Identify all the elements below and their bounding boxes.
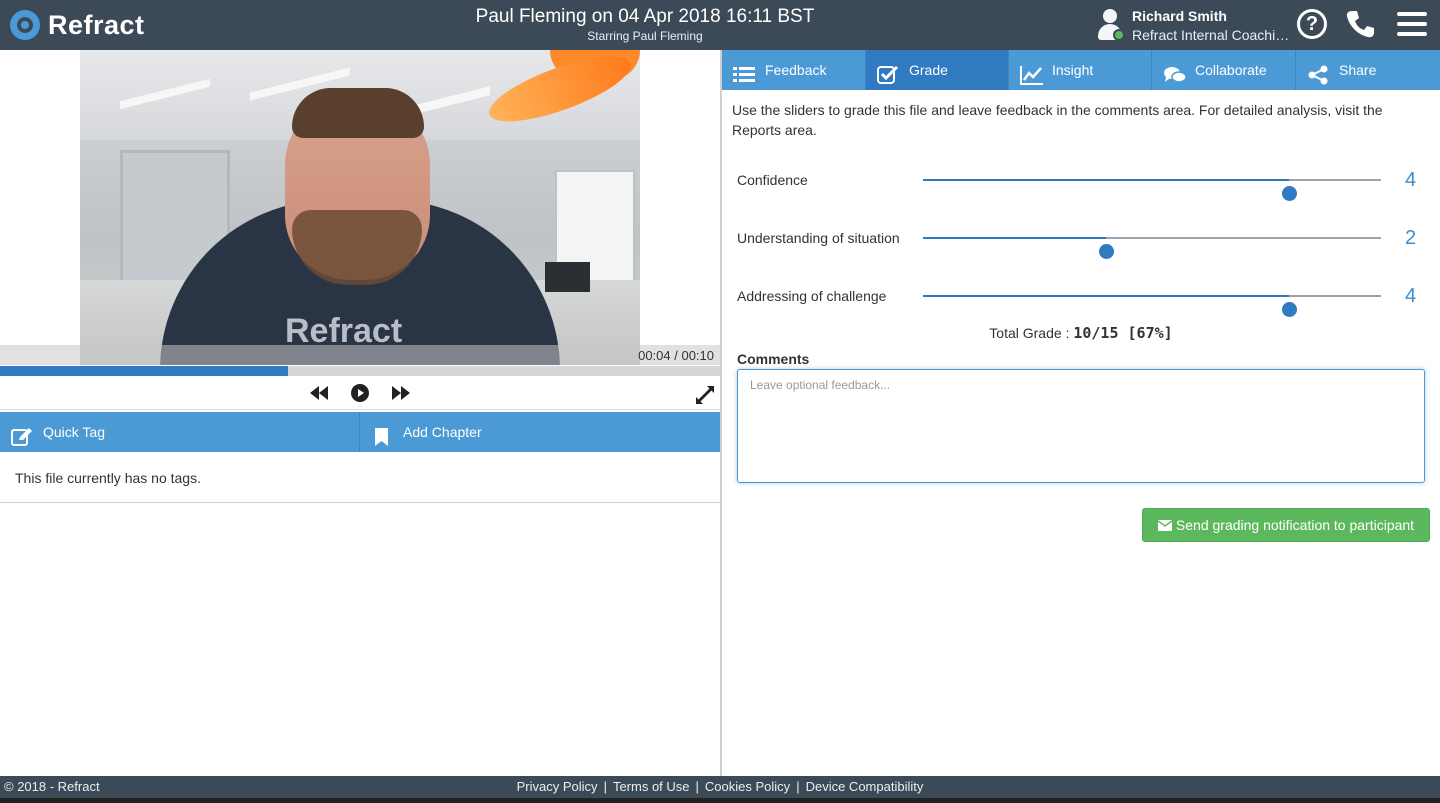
slider-fill	[923, 295, 1290, 297]
file-subtitle: Starring Paul Fleming	[587, 29, 703, 43]
tab-insight[interactable]: Insight	[1009, 50, 1152, 90]
tab-share[interactable]: Share	[1296, 50, 1440, 90]
grade-slider[interactable]	[923, 237, 1381, 259]
add-chapter-label: Add Chapter	[403, 424, 482, 440]
user-name: Richard Smith	[1132, 8, 1227, 24]
tags-separator	[0, 502, 720, 503]
no-tags-message: This file currently has no tags.	[15, 470, 201, 486]
video-progress-bar[interactable]	[0, 366, 720, 376]
slider-row-understanding: Understanding of situation 2	[737, 223, 1427, 259]
panel-tabs: Feedback Grade Insight Collaborate Share	[722, 50, 1440, 90]
slider-row-addressing: Addressing of challenge 4	[737, 281, 1427, 317]
video-progress-fill	[0, 366, 288, 376]
user-menu[interactable]: Richard Smith Refract Internal Coaching	[1096, 7, 1291, 43]
tab-collaborate-label: Collaborate	[1195, 62, 1267, 78]
top-bar: Refract Paul Fleming on 04 Apr 2018 16:1…	[0, 0, 1440, 50]
slider-value: 4	[1405, 285, 1417, 307]
checkbox-icon	[877, 60, 899, 84]
time-display: 00:04 / 00:10	[638, 348, 714, 363]
slider-row-confidence: Confidence 4	[737, 165, 1427, 201]
privacy-policy-link[interactable]: Privacy Policy	[517, 779, 598, 794]
phone-icon[interactable]	[1344, 8, 1378, 42]
slider-fill	[923, 237, 1107, 239]
video-player[interactable]: Refract 00:04 / 00:10	[0, 50, 720, 376]
rewind-icon[interactable]	[308, 382, 330, 404]
slider-label: Confidence	[737, 172, 808, 188]
slider-label: Addressing of challenge	[737, 288, 887, 304]
slider-thumb[interactable]	[1099, 244, 1115, 259]
send-notification-button[interactable]: Send grading notification to participant	[1142, 508, 1430, 542]
total-grade: Total Grade : 10/15 [67%]	[722, 324, 1440, 342]
user-organisation: Refract Internal Coaching	[1132, 27, 1290, 43]
online-status-icon	[1113, 29, 1125, 41]
cookies-policy-link[interactable]: Cookies Policy	[705, 779, 790, 794]
comments-label: Comments	[737, 351, 810, 367]
share-icon	[1307, 60, 1329, 85]
chart-icon	[1020, 60, 1043, 85]
quick-tag-label: Quick Tag	[43, 424, 105, 440]
edit-icon	[11, 422, 33, 446]
slider-value: 4	[1405, 169, 1417, 191]
footer-edge	[0, 798, 1440, 803]
video-frame[interactable]: Refract	[80, 50, 640, 365]
panel-divider	[720, 50, 722, 776]
tag-bar: Quick Tag Add Chapter	[0, 412, 720, 452]
refract-logo[interactable]: Refract	[10, 9, 145, 41]
file-title-block: Paul Fleming on 04 Apr 2018 16:11 BST St…	[420, 6, 870, 44]
tab-grade[interactable]: Grade	[866, 50, 1009, 90]
tab-feedback[interactable]: Feedback	[722, 50, 866, 90]
list-icon	[733, 60, 755, 82]
slider-thumb[interactable]	[1282, 186, 1298, 201]
slider-value: 2	[1405, 227, 1417, 249]
quick-tag-button[interactable]: Quick Tag	[0, 412, 360, 452]
footer-links: Privacy Policy | Terms of Use | Cookies Poli…	[516, 779, 924, 794]
time-overlay	[0, 345, 720, 365]
tab-insight-label: Insight	[1052, 62, 1094, 78]
terms-of-use-link[interactable]: Terms of Use	[613, 779, 690, 794]
user-avatar-icon	[1096, 9, 1125, 41]
tab-collaborate[interactable]: Collaborate	[1152, 50, 1296, 90]
tab-feedback-label: Feedback	[765, 62, 827, 78]
slider-thumb[interactable]	[1282, 302, 1298, 317]
envelope-icon	[1157, 510, 1173, 531]
fast-forward-icon[interactable]	[390, 382, 412, 404]
send-notification-label: Send grading notification to participant	[1175, 517, 1415, 533]
total-grade-label: Total Grade :	[989, 325, 1070, 341]
fullscreen-icon[interactable]	[694, 384, 716, 406]
brand-name: Refract	[48, 9, 145, 40]
footer: © 2018 - Refract Privacy Policy | Terms of…	[0, 776, 1440, 798]
file-title: Paul Fleming on 04 Apr 2018 16:11 BST	[475, 6, 815, 27]
slider-label: Understanding of situation	[737, 230, 900, 246]
total-grade-value: 10/15 [67%]	[1073, 324, 1173, 342]
tab-grade-label: Grade	[909, 62, 948, 78]
grade-instructions: Use the sliders to grade this file and l…	[732, 102, 1383, 138]
player-controls	[0, 376, 720, 410]
chat-icon	[1163, 60, 1187, 83]
refract-logo-icon	[10, 10, 40, 40]
device-compatibility-link[interactable]: Device Compatibility	[806, 779, 924, 794]
grade-slider[interactable]	[923, 179, 1381, 201]
comments-field[interactable]	[737, 369, 1425, 483]
menu-icon[interactable]	[1396, 8, 1430, 42]
grade-slider[interactable]	[923, 295, 1381, 317]
bookmark-icon	[371, 422, 393, 446]
help-icon[interactable]: ?	[1296, 8, 1330, 42]
tab-share-label: Share	[1339, 62, 1377, 78]
add-chapter-button[interactable]: Add Chapter	[360, 412, 720, 452]
slider-fill	[923, 179, 1290, 181]
play-icon[interactable]	[349, 382, 371, 404]
